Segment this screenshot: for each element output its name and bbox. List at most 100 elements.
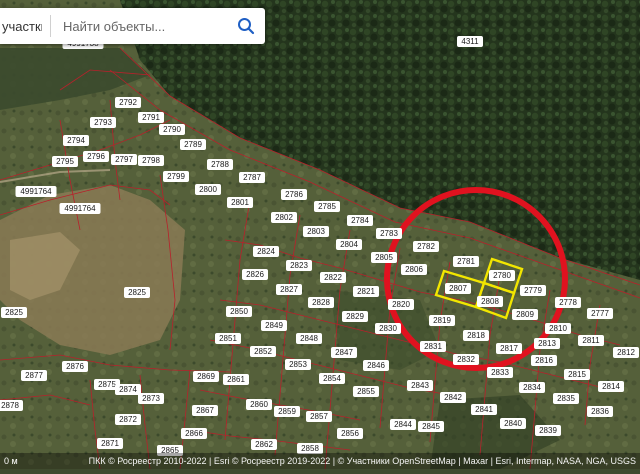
plot-label[interactable]: 2819 <box>433 316 451 325</box>
plot-label[interactable]: 2814 <box>602 382 620 391</box>
plot-label[interactable]: 2856 <box>341 429 359 438</box>
plot-label[interactable]: 2783 <box>380 229 398 238</box>
plot-label[interactable]: 2817 <box>500 344 518 353</box>
plot-label[interactable]: 2810 <box>549 324 567 333</box>
plot-label[interactable]: 2872 <box>119 415 137 424</box>
plot-label[interactable]: 2805 <box>375 253 393 262</box>
search-input[interactable] <box>63 18 223 34</box>
plot-label[interactable]: 2836 <box>591 407 609 416</box>
plot-label[interactable]: 2862 <box>255 440 273 449</box>
plot-label[interactable]: 2875 <box>98 380 116 389</box>
plot-label[interactable]: 2866 <box>185 429 203 438</box>
plot-label[interactable]: 2798 <box>142 156 160 165</box>
plot-label[interactable]: 2789 <box>184 140 202 149</box>
plot-label[interactable]: 2821 <box>357 287 375 296</box>
plot-label[interactable]: 2794 <box>67 136 85 145</box>
plot-label[interactable]: 2874 <box>119 385 137 394</box>
plot-label[interactable]: 2787 <box>243 173 261 182</box>
plot-label[interactable]: 2832 <box>457 355 475 364</box>
plot-label[interactable]: 2782 <box>417 242 435 251</box>
plot-label[interactable]: 2815 <box>568 370 586 379</box>
plot-label[interactable]: 2849 <box>265 321 283 330</box>
plot-label[interactable]: 2804 <box>340 240 358 249</box>
satellite-map[interactable]: 4991738431127922791279327902789279427952… <box>0 0 640 470</box>
plot-label[interactable]: 2845 <box>422 422 440 431</box>
plot-label[interactable]: 2848 <box>300 334 318 343</box>
plot-label[interactable]: 2784 <box>351 216 369 225</box>
plot-label[interactable]: 2841 <box>475 405 493 414</box>
plot-label[interactable]: 2844 <box>394 420 412 429</box>
plot-label[interactable]: 2790 <box>163 125 181 134</box>
plot-label[interactable]: 2860 <box>250 400 268 409</box>
plot-label[interactable]: 2791 <box>142 113 160 122</box>
plot-label[interactable]: 2858 <box>301 444 319 453</box>
plot-label[interactable]: 2822 <box>324 273 342 282</box>
plot-label[interactable]: 2847 <box>335 348 353 357</box>
plot-label[interactable]: 2779 <box>524 286 542 295</box>
search-icon[interactable] <box>237 17 255 35</box>
plot-label[interactable]: 2852 <box>254 347 272 356</box>
plot-label[interactable]: 2846 <box>367 361 385 370</box>
plot-label[interactable]: 2777 <box>591 309 609 318</box>
plot-label[interactable]: 2818 <box>467 331 485 340</box>
plot-label[interactable]: 2796 <box>87 152 105 161</box>
plot-label[interactable]: 2786 <box>285 190 303 199</box>
plot-label[interactable]: 2806 <box>405 265 423 274</box>
plot-label[interactable]: 2823 <box>290 261 308 270</box>
plot-label[interactable]: 2871 <box>101 439 119 448</box>
plot-label[interactable]: 2778 <box>559 298 577 307</box>
plot-label[interactable]: 2797 <box>115 155 133 164</box>
plot-label[interactable]: 2816 <box>535 356 553 365</box>
plot-label[interactable]: 2808 <box>481 297 499 306</box>
plot-label[interactable]: 2853 <box>289 360 307 369</box>
plot-label[interactable]: 4991764 <box>64 204 96 213</box>
plot-label[interactable]: 2824 <box>257 247 275 256</box>
plot-label[interactable]: 2803 <box>307 227 325 236</box>
plot-label[interactable]: 2878 <box>1 401 19 410</box>
plot-label[interactable]: 2840 <box>504 419 522 428</box>
plot-label[interactable]: 2780 <box>493 271 511 280</box>
plot-label[interactable]: 2833 <box>491 368 509 377</box>
plot-label[interactable]: 2850 <box>230 307 248 316</box>
plot-label[interactable]: 2869 <box>197 372 215 381</box>
plot-label[interactable]: 2859 <box>278 407 296 416</box>
plot-label[interactable]: 2826 <box>246 270 264 279</box>
plot-label[interactable]: 2867 <box>196 406 214 415</box>
plot-label[interactable]: 2802 <box>275 213 293 222</box>
plot-label[interactable]: 2827 <box>280 285 298 294</box>
plot-label[interactable]: 2801 <box>231 198 249 207</box>
plot-label[interactable]: 4991764 <box>20 187 52 196</box>
plot-label[interactable]: 2809 <box>516 310 534 319</box>
plot-label[interactable]: 2812 <box>617 348 635 357</box>
plot-label[interactable]: 2851 <box>219 334 237 343</box>
plot-label[interactable]: 2825 <box>5 308 23 317</box>
plot-label[interactable]: 2800 <box>199 185 217 194</box>
plot-label[interactable]: 2795 <box>56 157 74 166</box>
plot-label[interactable]: 2811 <box>582 336 600 345</box>
plot-label[interactable]: 2788 <box>211 160 229 169</box>
plot-label[interactable]: 2839 <box>539 426 557 435</box>
plot-label[interactable]: 2831 <box>424 342 442 351</box>
plot-label[interactable]: 2835 <box>557 394 575 403</box>
plot-label[interactable]: 2781 <box>457 257 475 266</box>
plot-label[interactable]: 2828 <box>312 298 330 307</box>
plot-label[interactable]: 2854 <box>323 374 341 383</box>
plot-label[interactable]: 4311 <box>461 37 479 46</box>
plot-label[interactable]: 2799 <box>167 172 185 181</box>
plot-label[interactable]: 2843 <box>411 381 429 390</box>
plot-label[interactable]: 2807 <box>449 284 467 293</box>
plot-label[interactable]: 2834 <box>523 383 541 392</box>
plot-label[interactable]: 2861 <box>227 375 245 384</box>
plot-label[interactable]: 2876 <box>66 362 84 371</box>
plot-label[interactable]: 2829 <box>346 312 364 321</box>
plot-label[interactable]: 2825 <box>128 288 146 297</box>
plot-label[interactable]: 2855 <box>357 387 375 396</box>
plot-label[interactable]: 2830 <box>379 324 397 333</box>
plot-label[interactable]: 2785 <box>318 202 336 211</box>
plot-label[interactable]: 2857 <box>310 412 328 421</box>
plot-label[interactable]: 2813 <box>538 339 556 348</box>
plot-label[interactable]: 2820 <box>392 300 410 309</box>
category-tab-plots[interactable]: участки <box>0 19 42 34</box>
plot-label[interactable]: 2873 <box>142 394 160 403</box>
plot-label[interactable]: 2842 <box>444 393 462 402</box>
